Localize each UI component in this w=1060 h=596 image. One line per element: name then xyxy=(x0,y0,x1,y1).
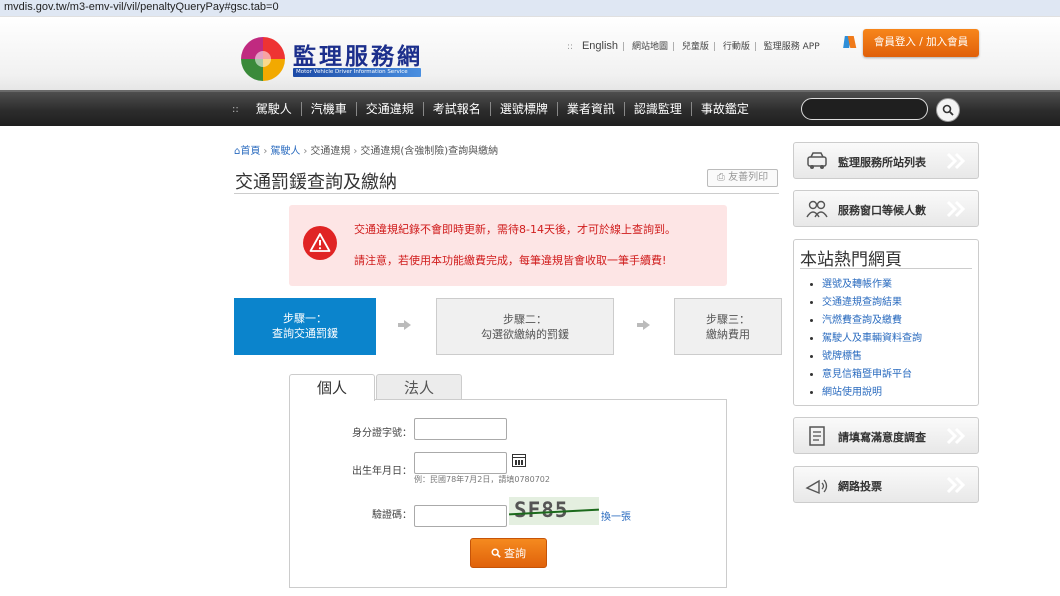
alert-update-notice: 交通違規紀錄不會即時更新，需待8-14天後，才可於線上查詢到。 xyxy=(354,223,676,236)
link-mobile[interactable]: 行動版 xyxy=(723,42,750,52)
popular-link[interactable]: 汽燃費查詢及繳費 xyxy=(822,312,922,330)
nav-item-violation[interactable]: 交通違規 xyxy=(357,102,424,116)
waiting-count-label: 服務窗口等候人數 xyxy=(838,204,926,217)
double-chevron-right-icon xyxy=(946,427,966,445)
site-search-input[interactable] xyxy=(801,98,928,120)
notice-alert: 交通違規紀錄不會即時更新，需待8-14天後，才可於線上查詢到。 請注意，若使用本… xyxy=(289,205,727,286)
nav-item-vehicle[interactable]: 汽機車 xyxy=(302,102,357,116)
step-arrow-icon xyxy=(398,320,412,330)
popular-link[interactable]: 交通違規查詢結果 xyxy=(822,294,922,312)
popular-pages-panel: 本站熱門網頁 選號及轉帳作業 交通違規查詢結果 汽燃費查詢及繳費 駕駛人及車輛資… xyxy=(793,239,979,406)
title-divider xyxy=(234,193,779,194)
captcha-image: SF85 xyxy=(509,497,599,525)
nav-item-plate[interactable]: 選號標牌 xyxy=(491,102,558,116)
megaphone-icon xyxy=(805,479,828,495)
online-vote-label: 網路投票 xyxy=(838,480,882,493)
nav-item-about[interactable]: 認識監理 xyxy=(625,102,692,116)
step-2-number: 步驟二： xyxy=(503,313,547,326)
step-2-label: 勾選欲繳納的罰鍰 xyxy=(481,328,569,341)
double-chevron-right-icon xyxy=(946,152,966,170)
breadcrumb-current: 交通違規(含強制險)查詢與繳納 xyxy=(360,146,499,157)
step-2: 步驟二： 勾選欲繳納的罰鍰 xyxy=(436,298,614,355)
captcha-input[interactable] xyxy=(414,505,507,527)
step-3-label: 繳納費用 xyxy=(706,328,750,341)
link-sitemap[interactable]: 網站地圖 xyxy=(632,42,668,52)
app-logo-icon[interactable] xyxy=(843,35,857,49)
popular-link[interactable]: 網站使用說明 xyxy=(822,384,922,402)
search-icon xyxy=(491,548,501,558)
search-icon xyxy=(942,104,954,116)
tab-personal[interactable]: 個人 xyxy=(289,374,375,401)
step-1-label: 查詢交通罰鍰 xyxy=(272,327,338,340)
step-3: 步驟三： 繳納費用 xyxy=(674,298,782,355)
link-english[interactable]: English xyxy=(582,40,618,52)
address-bar[interactable]: mvdis.gov.tw/m3-emv-vil/vil/penaltyQuery… xyxy=(0,0,1060,16)
popular-link[interactable]: 選號及轉帳作業 xyxy=(822,276,922,294)
birth-date-label: 出生年月日： xyxy=(352,466,412,477)
step-1-active: 步驟一： 查詢交通罰鍰 xyxy=(234,298,376,355)
survey-form-icon xyxy=(809,426,825,446)
nav-bullet-icon: :: xyxy=(232,103,239,115)
popular-pages-divider xyxy=(800,268,972,269)
id-number-input[interactable] xyxy=(414,418,507,440)
survey-label: 請填寫滿意度調查 xyxy=(838,431,926,444)
birth-date-input[interactable] xyxy=(414,452,507,474)
waiting-count-button[interactable]: 服務窗口等候人數 xyxy=(793,190,979,227)
query-label: 查詢 xyxy=(504,547,526,560)
query-button[interactable]: 查詢 xyxy=(470,538,547,568)
popular-link[interactable]: 駕駛人及車輛資料查詢 xyxy=(822,330,922,348)
nav-item-exam[interactable]: 考試報名 xyxy=(424,102,491,116)
people-icon xyxy=(806,200,828,218)
top-links-bullet-icon: :: xyxy=(567,42,574,52)
site-logo[interactable]: 監理服務網 Motor Vehicle Driver Information S… xyxy=(241,37,431,81)
birth-date-hint: 例：民國78年7月2日，請填0780702 xyxy=(414,475,550,484)
nav-item-business[interactable]: 業者資訊 xyxy=(558,102,625,116)
breadcrumb: ⌂首頁 › 駕駛人 › 交通違規 › 交通違規(含強制險)查詢與繳納 xyxy=(234,146,499,157)
nav-item-driver[interactable]: 駕駛人 xyxy=(247,102,302,116)
nav-item-accident[interactable]: 事故鑑定 xyxy=(692,102,758,116)
breadcrumb-home[interactable]: 首頁 xyxy=(240,146,260,157)
popular-link[interactable]: 意見信箱暨申訴平台 xyxy=(822,366,922,384)
logo-globe-icon xyxy=(241,37,285,81)
search-button[interactable] xyxy=(936,98,960,122)
query-form: 身分證字號： 出生年月日： 例：民國78年7月2日，請填0780702 驗證碼：… xyxy=(289,399,727,588)
warning-icon xyxy=(303,226,337,260)
popular-pages-list: 選號及轉帳作業 交通違規查詢結果 汽燃費查詢及繳費 駕駛人及車輛資料查詢 號牌標… xyxy=(810,276,922,402)
station-list-label: 監理服務所站列表 xyxy=(838,156,926,169)
step-3-number: 步驟三： xyxy=(706,313,750,326)
printer-icon: ⎙ xyxy=(716,172,729,183)
online-vote-button[interactable]: 網路投票 xyxy=(793,466,979,503)
login-register-button[interactable]: 會員登入 / 加入會員 xyxy=(863,29,979,57)
id-number-label: 身分證字號： xyxy=(352,428,412,439)
top-links: :: English | 網站地圖 | 兒童版 | 行動版 | 監理服務 APP xyxy=(567,40,820,52)
double-chevron-right-icon xyxy=(946,476,966,494)
double-chevron-right-icon xyxy=(946,200,966,218)
refresh-captcha-link[interactable]: 換一張 xyxy=(601,508,631,523)
tab-corporate[interactable]: 法人 xyxy=(376,374,462,400)
link-app[interactable]: 監理服務 APP xyxy=(764,42,820,52)
calendar-icon[interactable] xyxy=(512,454,526,467)
alert-fee-notice: 請注意，若使用本功能繳費完成，每筆違規皆會收取一筆手續費! xyxy=(354,254,667,267)
survey-button[interactable]: 請填寫滿意度調查 xyxy=(793,417,979,454)
popular-pages-title: 本站熱門網頁 xyxy=(800,250,902,270)
station-list-button[interactable]: 監理服務所站列表 xyxy=(793,142,979,179)
car-icon xyxy=(807,152,827,169)
captcha-label: 驗證碼： xyxy=(372,510,412,521)
breadcrumb-violation[interactable]: 交通違規 xyxy=(310,146,350,157)
main-nav: :: 駕駛人 汽機車 交通違規 考試報名 選號標牌 業者資訊 認識監理 事故鑑定 xyxy=(0,90,1060,126)
page-title: 交通罰鍰查詢及繳納 xyxy=(235,172,397,193)
popular-link[interactable]: 號牌標售 xyxy=(822,348,922,366)
print-button[interactable]: ⎙ 友善列印 xyxy=(707,169,778,187)
breadcrumb-driver[interactable]: 駕駛人 xyxy=(270,146,300,157)
link-kids[interactable]: 兒童版 xyxy=(682,42,709,52)
step-arrow-icon xyxy=(637,320,651,330)
print-label: 友善列印 xyxy=(728,172,769,183)
logo-subtitle: Motor Vehicle Driver Information Service xyxy=(293,68,421,77)
step-1-number: 步驟一： xyxy=(283,312,327,325)
site-header: 監理服務網 Motor Vehicle Driver Information S… xyxy=(0,16,1060,90)
logo-name: 監理服務網 xyxy=(293,43,423,70)
